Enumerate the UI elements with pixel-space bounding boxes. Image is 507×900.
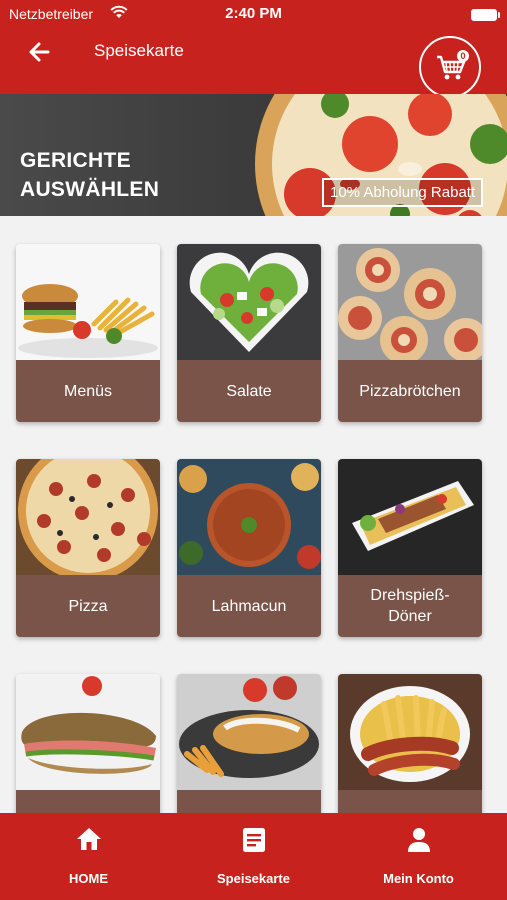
menus-photo xyxy=(16,244,160,360)
nav-speisekarte[interactable]: Speisekarte xyxy=(169,813,338,900)
category-card-menus[interactable]: Menüs xyxy=(16,244,160,422)
doener-photo xyxy=(338,459,482,575)
category-label: Salate xyxy=(177,360,321,422)
salate-photo xyxy=(177,244,321,360)
category-card-schnitzel[interactable] xyxy=(177,674,321,813)
status-bar: Netzbetreiber 2:40 PM xyxy=(0,0,507,30)
category-label: Pizza xyxy=(16,575,160,637)
category-label: Menüs xyxy=(16,360,160,422)
category-label xyxy=(177,790,321,813)
pizzabroetchen-photo xyxy=(338,244,482,360)
bottom-navigation: HOME Speisekarte Mein Konto xyxy=(0,813,507,900)
battery-icon xyxy=(471,9,500,21)
arrow-left-icon xyxy=(29,42,50,62)
banner-title: GERICHTE AUSWÄHLEN xyxy=(20,146,159,204)
banner-title-line2: AUSWÄHLEN xyxy=(20,178,160,201)
menu-list-icon xyxy=(242,828,265,852)
app-header: Speisekarte 0 xyxy=(0,30,507,98)
category-card-pizzabroetchen[interactable]: Pizzabrötchen xyxy=(338,244,482,422)
category-label: Drehspieß-Döner xyxy=(338,575,482,637)
person-icon xyxy=(407,828,430,852)
category-label: Pizzabrötchen xyxy=(338,360,482,422)
currywurst-photo xyxy=(338,674,482,790)
clock: 2:40 PM xyxy=(225,5,282,22)
category-grid: Menüs Salate Pizzabrötchen Pizza Lahmacu… xyxy=(0,216,507,813)
nav-home-label: HOME xyxy=(69,871,108,886)
category-card-salate[interactable]: Salate xyxy=(177,244,321,422)
cart-count-badge: 0 xyxy=(457,50,469,62)
category-label: Lahmacun xyxy=(177,575,321,637)
banner-title-line1: GERICHTE xyxy=(20,149,131,172)
discount-badge: 10% Abholung Rabatt xyxy=(322,178,484,207)
promo-banner: GERICHTE AUSWÄHLEN 10% Abholung Rabatt xyxy=(0,94,507,216)
nav-mein-konto-label: Mein Konto xyxy=(383,871,454,886)
category-card-pizza[interactable]: Pizza xyxy=(16,459,160,637)
category-card-currywurst[interactable] xyxy=(338,674,482,813)
category-label xyxy=(338,790,482,813)
page-title: Speisekarte xyxy=(94,41,184,60)
nav-home[interactable]: HOME xyxy=(4,813,173,900)
pizza-photo xyxy=(16,459,160,575)
category-card-lahmacun[interactable]: Lahmacun xyxy=(177,459,321,637)
nav-speisekarte-label: Speisekarte xyxy=(217,871,290,886)
nav-mein-konto[interactable]: Mein Konto xyxy=(334,813,503,900)
baguette-photo xyxy=(16,674,160,790)
category-label xyxy=(16,790,160,813)
home-icon xyxy=(76,828,101,850)
category-card-baguette[interactable] xyxy=(16,674,160,813)
lahmacun-photo xyxy=(177,459,321,575)
schnitzel-photo xyxy=(177,674,321,790)
category-card-doener[interactable]: Drehspieß-Döner xyxy=(338,459,482,637)
cart-button[interactable]: 0 xyxy=(419,36,481,98)
back-button[interactable] xyxy=(26,38,54,66)
